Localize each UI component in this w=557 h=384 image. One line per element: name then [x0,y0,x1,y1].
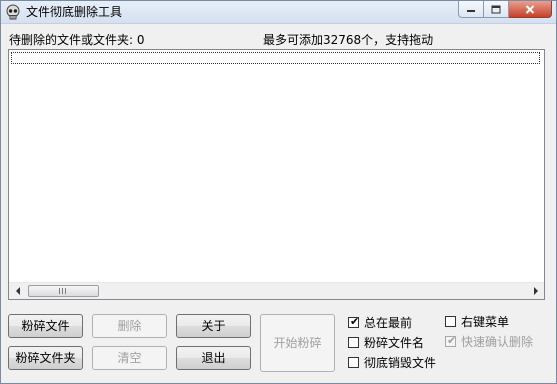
chevron-left-icon [15,287,20,295]
minimize-button[interactable] [458,1,484,18]
scroll-left-button[interactable] [9,283,26,299]
checkbox-box [445,315,456,327]
pending-count-label: 待删除的文件或文件夹: 0 [9,33,145,47]
check-icon: ✔ [447,333,457,347]
scroll-thumb[interactable] [28,285,99,297]
grip-icon [59,288,68,294]
delete-button[interactable]: 删除 [92,314,167,338]
shred-filename-checkbox[interactable]: 粉碎文件名 [348,334,424,350]
always-on-top-label: 总在最前 [364,315,413,330]
shred-folder-button[interactable]: 粉碎文件夹 [8,346,83,370]
list-focus-row [11,52,540,64]
quick-confirm-delete-label: 快速确认删除 [461,334,534,349]
quick-confirm-delete-checkbox[interactable]: ✔ 快速确认删除 [445,333,533,349]
window-title: 文件彻底删除工具 [26,5,123,19]
close-button[interactable] [509,1,552,18]
clear-button[interactable]: 清空 [92,346,167,370]
maximize-button[interactable] [484,1,509,18]
right-click-menu-label: 右键菜单 [461,314,510,329]
checkbox-box: ✔ [445,333,457,347]
maximize-icon [491,5,501,13]
thorough-destroy-label: 彻底销毁文件 [364,355,437,370]
chevron-right-icon [533,287,538,295]
always-on-top-checkbox[interactable]: ✔ 总在最前 [348,314,412,330]
scroll-right-button[interactable] [527,283,544,299]
main-window: 文件彻底删除工具 待删除的文件或文件夹: 0 最多可添加32768个，支持拖动 [0,0,557,384]
shred-filename-label: 粉碎文件名 [364,335,425,350]
start-shred-button[interactable]: 开始粉碎 [260,314,335,372]
checkbox-box [348,356,359,368]
skull-icon [6,4,20,20]
checkbox-box [348,336,359,348]
right-click-menu-checkbox[interactable]: 右键菜单 [445,313,509,329]
minimize-icon [467,10,475,12]
caption-buttons [458,1,552,19]
check-icon: ✔ [350,314,360,328]
checkbox-box: ✔ [348,314,360,328]
thorough-destroy-checkbox[interactable]: 彻底销毁文件 [348,354,436,370]
exit-button[interactable]: 退出 [176,346,251,370]
horizontal-scrollbar[interactable] [9,282,544,299]
title-bar[interactable]: 文件彻底删除工具 [1,1,556,24]
about-button[interactable]: 关于 [176,314,251,338]
limit-hint-label: 最多可添加32768个，支持拖动 [263,33,434,47]
close-icon [525,4,535,14]
file-list[interactable] [8,49,545,300]
shred-file-button[interactable]: 粉碎文件 [8,314,83,338]
